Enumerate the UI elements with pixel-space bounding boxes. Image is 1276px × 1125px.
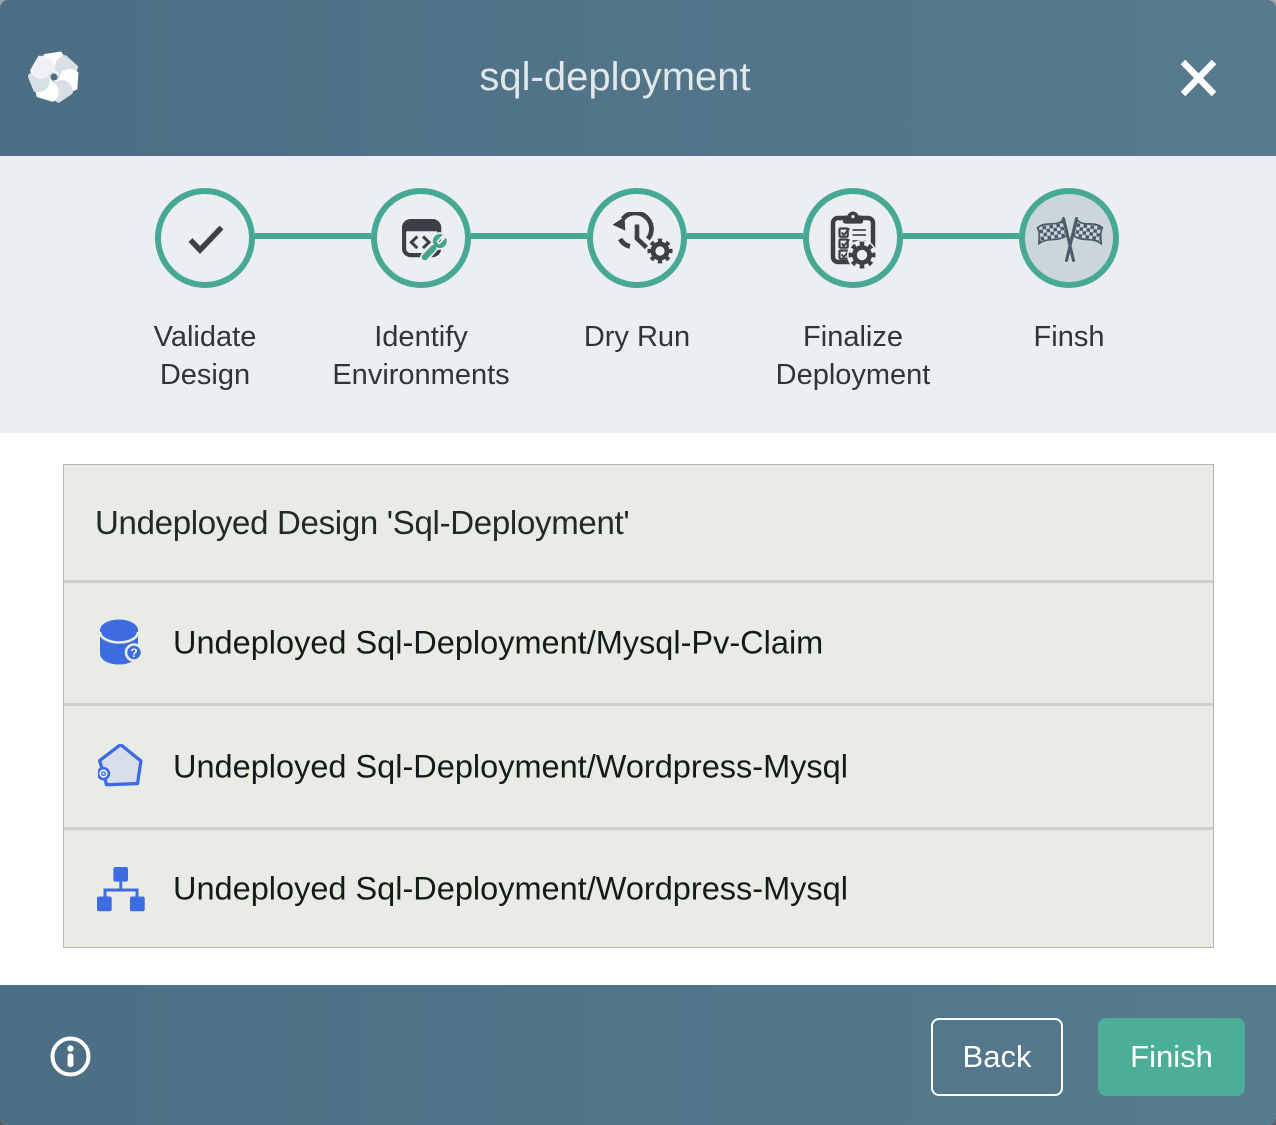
- svg-text:?: ?: [130, 646, 137, 660]
